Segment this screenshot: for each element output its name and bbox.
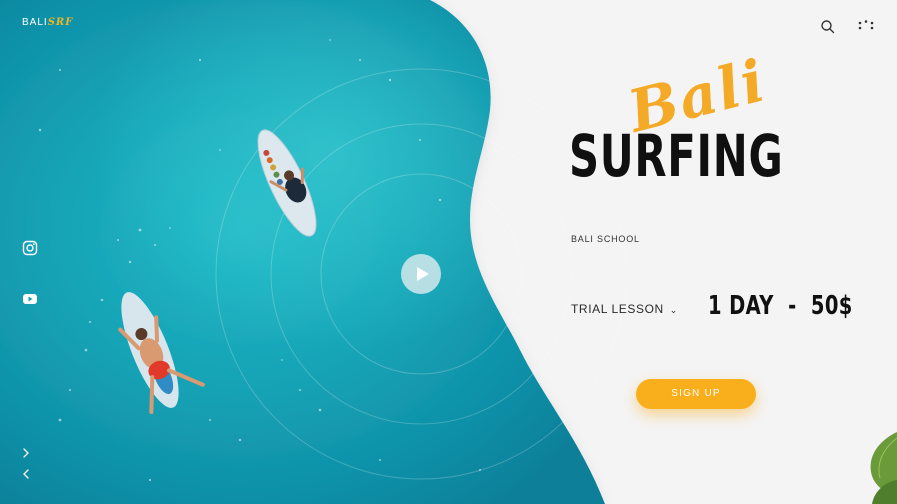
menu-dots-icon[interactable] <box>857 18 875 36</box>
chevron-down-icon: ⌄ <box>669 305 678 315</box>
sign-up-button[interactable]: SIGN UP <box>636 379 756 409</box>
chevron-right-icon[interactable] <box>20 446 32 458</box>
brand-logo[interactable]: BALISRF <box>22 17 73 28</box>
instagram-icon[interactable] <box>22 240 38 256</box>
play-icon <box>417 267 429 281</box>
subtitle: BALI SCHOOL <box>571 234 640 244</box>
logo-text: BALI <box>22 17 48 28</box>
leaf-decoration <box>870 432 897 504</box>
trial-lesson-label: TRIAL LESSON <box>571 302 664 316</box>
play-video-button[interactable] <box>401 254 441 294</box>
trial-lesson-dropdown[interactable]: TRIAL LESSON ⌄ <box>571 302 678 316</box>
search-icon[interactable] <box>819 18 837 36</box>
logo-accent: SRF <box>47 17 74 28</box>
page-title: SURFING <box>569 122 784 190</box>
youtube-icon[interactable] <box>22 291 38 307</box>
price-label: 1 DAY - 50$ <box>708 291 853 321</box>
landing-page: BALISRF Bali SURFING BALI SCHOOL TRIAL L… <box>0 0 897 504</box>
chevron-left-icon[interactable] <box>20 467 32 479</box>
